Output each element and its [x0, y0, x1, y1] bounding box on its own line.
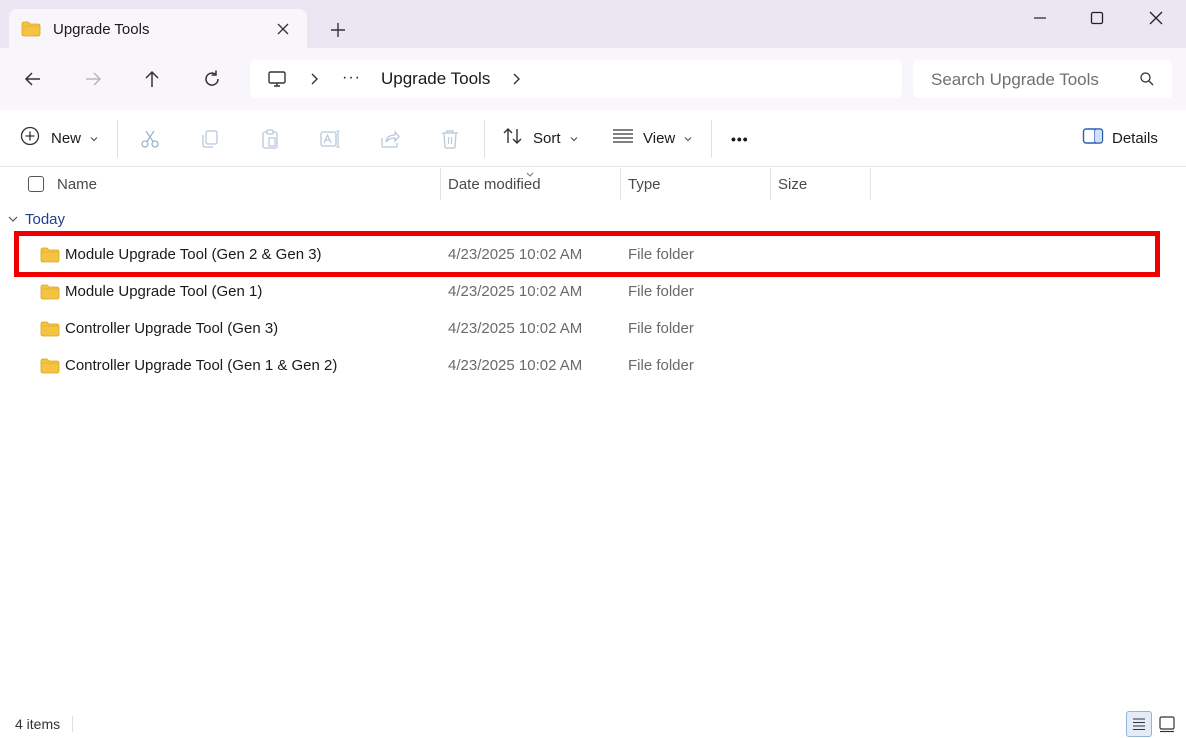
highlight-box: [14, 231, 1160, 277]
navigation-bar: ··· Upgrade Tools Search Upgrade Tools: [0, 48, 1186, 110]
view-label: View: [643, 130, 676, 147]
add-circle-icon: [20, 126, 40, 151]
address-overflow[interactable]: ···: [342, 69, 361, 87]
minimize-icon[interactable]: [1028, 6, 1052, 30]
more-options-button[interactable]: •••: [731, 110, 749, 167]
group-header-today[interactable]: Today: [7, 211, 65, 228]
file-type: File folder: [628, 357, 694, 374]
file-name: Module Upgrade Tool (Gen 1): [65, 283, 263, 300]
close-icon[interactable]: [1144, 6, 1168, 30]
toolbar-divider: [484, 120, 485, 158]
file-type: File folder: [628, 320, 694, 337]
chevron-right-icon[interactable]: [310, 71, 320, 92]
list-item[interactable]: Controller Upgrade Tool (Gen 3) 4/23/202…: [16, 312, 1156, 346]
folder-icon: [40, 284, 60, 305]
chevron-down-icon: [569, 130, 579, 148]
file-date: 4/23/2025 10:02 AM: [448, 357, 583, 374]
address-bar[interactable]: ··· Upgrade Tools: [250, 60, 902, 98]
column-date-modified[interactable]: Date modified: [448, 176, 541, 208]
file-date: 4/23/2025 10:02 AM: [448, 320, 583, 337]
file-name: Controller Upgrade Tool (Gen 3): [65, 320, 279, 337]
paste-icon[interactable]: [259, 128, 281, 150]
column-type[interactable]: Type: [628, 176, 661, 208]
column-divider[interactable]: [870, 168, 871, 200]
column-size[interactable]: Size: [778, 176, 807, 208]
list-view-icon: [612, 127, 634, 150]
details-pane-icon: [1082, 127, 1104, 150]
file-name: Controller Upgrade Tool (Gen 1 & Gen 2): [65, 357, 338, 374]
maximize-icon[interactable]: [1085, 6, 1109, 30]
sort-label: Sort: [533, 130, 561, 147]
details-label: Details: [1112, 130, 1158, 147]
tab-title: Upgrade Tools: [53, 21, 150, 38]
file-date: 4/23/2025 10:02 AM: [448, 283, 583, 300]
tab-upgrade-tools[interactable]: Upgrade Tools: [9, 9, 307, 48]
list-item[interactable]: Module Upgrade Tool (Gen 1) 4/23/2025 10…: [16, 275, 1156, 309]
copy-icon[interactable]: [199, 128, 221, 150]
close-tab-icon[interactable]: [274, 20, 292, 38]
details-pane-button[interactable]: Details: [1082, 110, 1158, 167]
arrow-left-icon[interactable]: [22, 68, 44, 90]
search-icon[interactable]: [1139, 71, 1155, 92]
chevron-right-icon[interactable]: [512, 71, 522, 92]
sort-icon: [502, 126, 524, 151]
column-divider[interactable]: [770, 168, 771, 200]
more-icon: •••: [731, 130, 749, 147]
column-divider[interactable]: [440, 168, 441, 200]
tiles-view-button[interactable]: [1157, 714, 1177, 734]
folder-icon: [40, 321, 60, 342]
tiles-view-icon: [1159, 716, 1175, 733]
folder-icon: [40, 358, 60, 379]
toolbar-divider: [711, 120, 712, 158]
refresh-icon[interactable]: [201, 68, 223, 90]
details-view-icon: [1133, 718, 1145, 731]
toolbar-divider: [117, 120, 118, 158]
list-item[interactable]: Controller Upgrade Tool (Gen 1 & Gen 2) …: [16, 349, 1156, 383]
item-count: 4 items: [15, 716, 61, 732]
folder-icon: [21, 21, 41, 42]
details-view-button[interactable]: [1126, 711, 1152, 737]
new-label: New: [51, 130, 82, 147]
arrow-right-icon[interactable]: [82, 68, 104, 90]
chevron-down-icon: [89, 130, 99, 148]
new-button[interactable]: New: [20, 110, 99, 167]
rename-icon[interactable]: [319, 128, 341, 150]
sort-button[interactable]: Sort: [502, 110, 579, 167]
cut-icon[interactable]: [139, 128, 161, 150]
monitor-icon[interactable]: [267, 69, 287, 94]
chevron-down-icon: [7, 211, 19, 228]
column-name[interactable]: Name: [57, 176, 97, 208]
share-icon[interactable]: [379, 128, 401, 150]
chevron-down-icon: [683, 130, 693, 148]
group-label: Today: [25, 211, 66, 228]
column-divider[interactable]: [620, 168, 621, 200]
search-placeholder: Search Upgrade Tools: [931, 70, 1099, 89]
search-input[interactable]: Search Upgrade Tools: [913, 60, 1172, 98]
file-type: File folder: [628, 283, 694, 300]
select-all-checkbox[interactable]: [28, 176, 44, 192]
arrow-up-icon[interactable]: [141, 68, 163, 90]
view-button[interactable]: View: [612, 110, 693, 167]
breadcrumb-upgrade-tools[interactable]: Upgrade Tools: [381, 69, 490, 89]
plus-icon[interactable]: [328, 20, 348, 40]
title-bar: Upgrade Tools: [0, 0, 1186, 48]
command-bar: New Sort View ••• Details: [0, 110, 1186, 167]
delete-icon[interactable]: [439, 128, 461, 150]
status-divider: [72, 716, 73, 732]
